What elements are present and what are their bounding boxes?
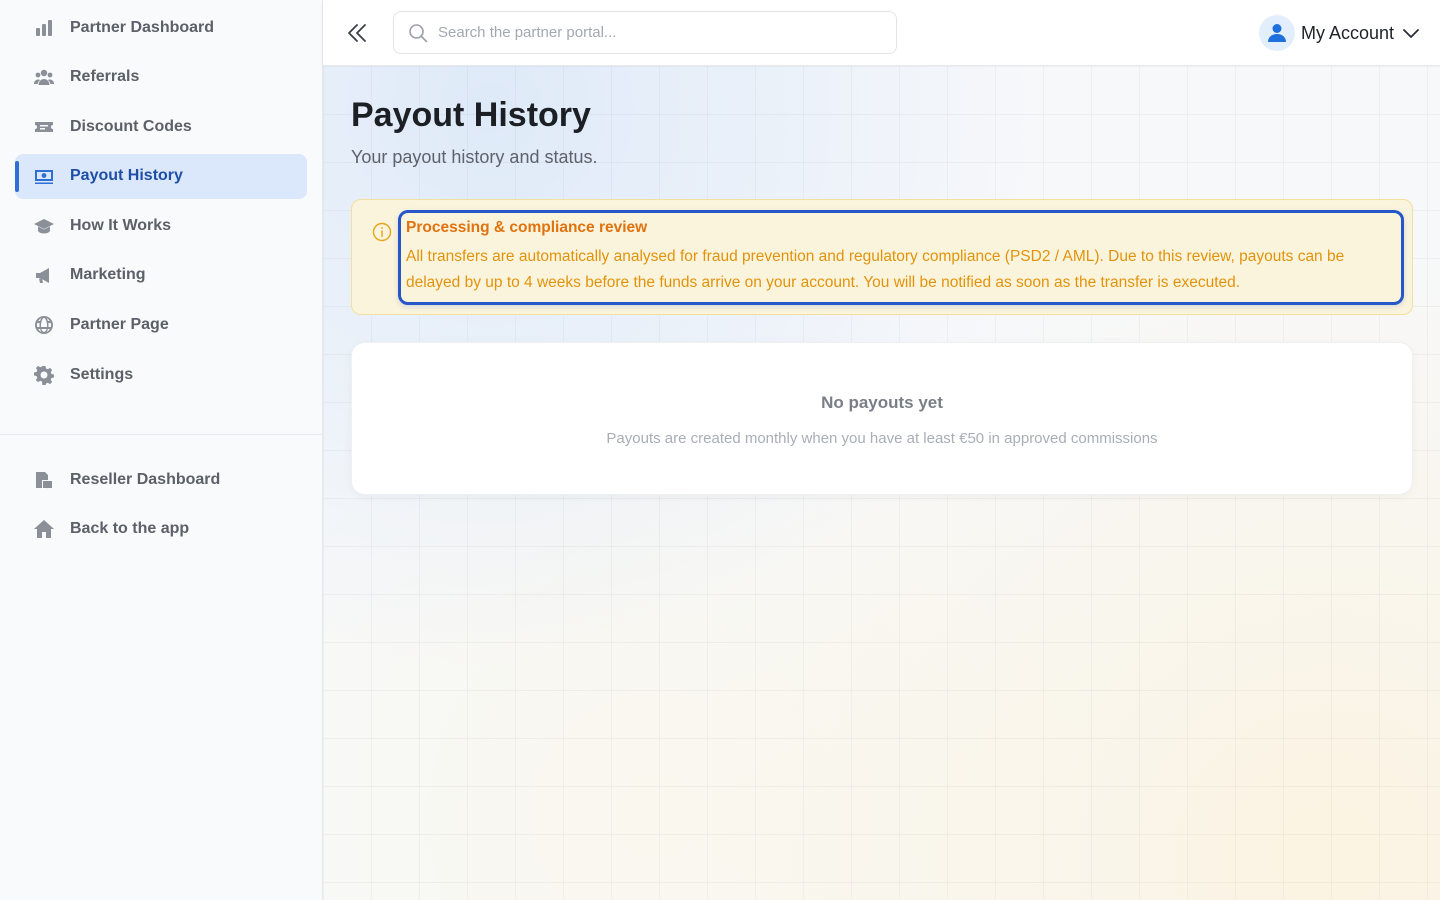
sidebar-item-payout-history[interactable]: Payout History <box>15 153 307 199</box>
money-bill-icon <box>33 165 55 187</box>
sidebar-item-label: How It Works <box>70 216 172 234</box>
graduation-cap-icon <box>33 215 55 237</box>
compliance-notice: Processing & compliance review All trans… <box>351 199 1413 315</box>
app-root: Partner Dashboard Referrals Discount Cod… <box>0 0 1440 900</box>
info-icon <box>372 222 392 242</box>
user-icon <box>1267 24 1286 42</box>
home-icon <box>33 518 55 540</box>
page-title: Payout History <box>351 96 591 134</box>
page-subtitle: Your payout history and status. <box>351 147 598 167</box>
sidebar-item-referrals[interactable]: Referrals <box>15 55 307 100</box>
topbar: My Account <box>323 0 1440 66</box>
collapse-sidebar-button[interactable] <box>343 18 371 48</box>
reseller-icon <box>33 469 55 491</box>
gear-icon <box>33 364 55 386</box>
empty-state-title: No payouts yet <box>821 393 943 412</box>
sidebar-item-settings[interactable]: Settings <box>15 352 307 397</box>
sidebar-item-reseller-dashboard[interactable]: Reseller Dashboard <box>15 457 307 502</box>
sidebar-nav-secondary: Reseller Dashboard Back to the app <box>0 457 322 552</box>
sidebar-item-label: Partner Page <box>70 316 169 334</box>
sidebar-item-partner-dashboard[interactable]: Partner Dashboard <box>15 5 307 50</box>
search-input[interactable] <box>438 12 888 53</box>
sidebar-divider <box>0 434 322 436</box>
main-content: Payout History Your payout history and s… <box>323 66 1440 900</box>
chevron-down-icon <box>1403 29 1419 38</box>
notice-title: Processing & compliance review <box>406 219 648 236</box>
sidebar-item-how-it-works[interactable]: How It Works <box>15 203 307 248</box>
sidebar-item-label: Partner Dashboard <box>70 18 215 36</box>
sidebar-nav-primary: Partner Dashboard Referrals Discount Cod… <box>0 0 322 397</box>
notice-text: All transfers are automatically analysed… <box>406 248 1345 291</box>
ticket-icon <box>33 116 55 138</box>
search-box <box>393 11 897 54</box>
empty-state-text: Payouts are created monthly when you hav… <box>606 430 1158 447</box>
sidebar-item-label: Back to the app <box>70 520 190 538</box>
search-icon <box>409 24 428 43</box>
sidebar: Partner Dashboard Referrals Discount Cod… <box>0 0 323 900</box>
payouts-empty-state: No payouts yet Payouts are created month… <box>351 342 1413 495</box>
sidebar-item-label: Reseller Dashboard <box>70 470 221 488</box>
sidebar-item-label: Payout History <box>70 167 183 185</box>
users-icon <box>33 66 55 88</box>
sidebar-item-discount-codes[interactable]: Discount Codes <box>15 104 307 149</box>
bar-chart-icon <box>33 17 55 39</box>
sidebar-item-partner-page[interactable]: Partner Page <box>15 303 307 348</box>
sidebar-item-label: Referrals <box>70 68 140 86</box>
account-label: My Account <box>1300 22 1394 43</box>
double-chevron-left-icon <box>348 24 366 42</box>
sidebar-item-label: Discount Codes <box>70 117 192 135</box>
sidebar-item-back-to-app[interactable]: Back to the app <box>15 507 307 552</box>
globe-icon <box>33 314 55 336</box>
avatar <box>1258 15 1295 51</box>
account-menu-button[interactable]: My Account <box>1258 14 1420 52</box>
sidebar-item-label: Marketing <box>70 266 146 284</box>
megaphone-icon <box>33 264 55 286</box>
sidebar-item-label: Settings <box>70 365 134 383</box>
sidebar-item-marketing[interactable]: Marketing <box>15 253 307 298</box>
